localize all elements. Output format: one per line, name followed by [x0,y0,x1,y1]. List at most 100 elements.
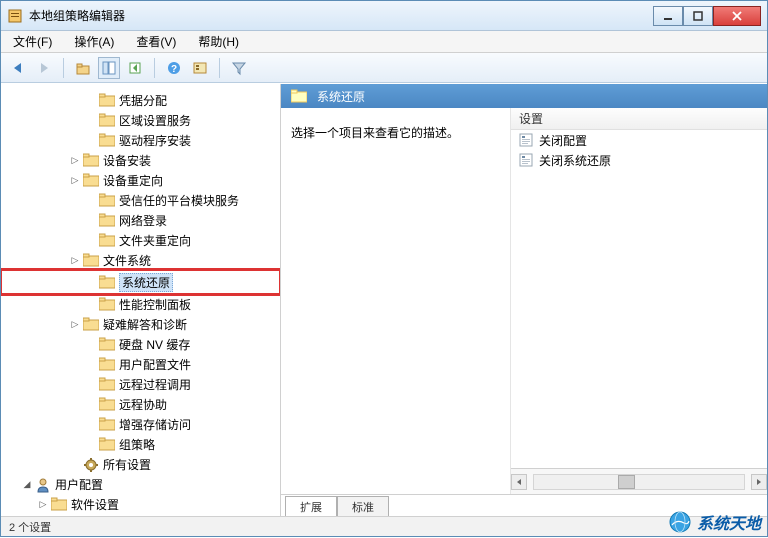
minimize-button[interactable] [653,6,683,26]
scroll-right-button[interactable] [751,474,767,490]
setting-item[interactable]: 关闭系统还原 [511,150,767,170]
tree-item-label: 设备重定向 [103,172,163,189]
toolbar: ? [1,53,767,83]
tree-item[interactable]: ◢用户配置 [1,474,280,494]
up-button[interactable] [72,57,94,79]
tree-pane[interactable]: ▷凭据分配▷区域设置服务▷驱动程序安装▷设备安装▷设备重定向▷受信任的平台模块服… [1,84,281,516]
tree-item[interactable]: ▷文件夹重定向 [1,230,280,250]
details-pane: 系统还原 选择一个项目来查看它的描述。 设置 关闭配置关闭系统还原 [281,84,767,516]
tree-item[interactable]: ▷系统还原 [1,270,280,294]
tree-toggle-icon[interactable]: ▷ [37,498,49,510]
folder-icon [99,193,115,207]
tree-item-label: 网络登录 [119,212,167,229]
tree-item-label: 远程过程调用 [119,376,191,393]
tree-toggle-icon[interactable]: ▷ [69,154,81,166]
column-header-label: 设置 [519,110,543,127]
scroll-thumb[interactable] [618,475,635,489]
status-text: 2 个设置 [9,519,51,535]
menu-action[interactable]: 操作(A) [68,31,120,52]
maximize-button[interactable] [683,6,713,26]
folder-icon [83,253,99,267]
toolbar-separator [154,58,155,78]
scroll-left-button[interactable] [511,474,527,490]
scroll-track[interactable] [533,474,745,490]
window-title: 本地组策略编辑器 [29,7,653,24]
tree-item[interactable]: ▷凭据分配 [1,90,280,110]
tree-toggle-icon[interactable]: ▷ [69,174,81,186]
tree-item[interactable]: ▷区域设置服务 [1,110,280,130]
app-icon [7,8,23,24]
tab-standard[interactable]: 标准 [337,496,389,516]
folder-icon [99,113,115,127]
folder-icon [99,417,115,431]
folder-icon [99,337,115,351]
folder-icon [99,275,115,289]
setting-icon [519,133,533,147]
folder-icon [99,437,115,451]
tree-item-label: 远程协助 [119,396,167,413]
tree-item[interactable]: ▷ 文件系统 [1,250,280,270]
menu-view[interactable]: 查看(V) [130,31,182,52]
setting-label: 关闭配置 [539,132,587,149]
watermark: 系统天地 [669,510,761,534]
tab-extended[interactable]: 扩展 [285,496,337,516]
description-panel: 选择一个项目来查看它的描述。 [281,108,511,494]
tree-item-label: 软件设置 [71,496,119,513]
tree-item[interactable]: ▷ 设备安装 [1,150,280,170]
menu-help[interactable]: 帮助(H) [192,31,245,52]
tree-item[interactable]: ▷增强存储访问 [1,414,280,434]
tree-item[interactable]: ▷远程过程调用 [1,374,280,394]
tree-item[interactable]: ▷驱动程序安装 [1,130,280,150]
horizontal-scrollbar[interactable] [511,468,767,494]
tree-item[interactable]: ▷ 软件设置 [1,494,280,514]
filter-button[interactable] [228,57,250,79]
tree-toggle-icon[interactable]: ◢ [21,478,33,490]
folder-icon [83,317,99,331]
tree-item[interactable]: ▷网络登录 [1,210,280,230]
menu-file[interactable]: 文件(F) [7,31,58,52]
app-window: 本地组策略编辑器 文件(F) 操作(A) 查看(V) 帮助(H) ? ▷凭据分配… [0,0,768,537]
tree-item[interactable]: ▷组策略 [1,434,280,454]
folder-icon [291,89,307,103]
tree-item-label: 区域设置服务 [119,112,191,129]
tree-item[interactable]: ▷ 设备重定向 [1,170,280,190]
close-button[interactable] [713,6,761,26]
user-icon [35,477,51,491]
back-button[interactable] [7,57,29,79]
tree-item[interactable]: ▷性能控制面板 [1,294,280,314]
settings-list-panel: 设置 关闭配置关闭系统还原 [511,108,767,494]
tree-item[interactable]: ▷用户配置文件 [1,354,280,374]
tree-item[interactable]: ▷ 疑难解答和诊断 [1,314,280,334]
tree-item-label: 受信任的平台模块服务 [119,192,239,209]
content-area: ▷凭据分配▷区域设置服务▷驱动程序安装▷设备安装▷设备重定向▷受信任的平台模块服… [1,83,767,516]
forward-button[interactable] [33,57,55,79]
globe-icon [669,511,691,533]
details-body: 选择一个项目来查看它的描述。 设置 关闭配置关闭系统还原 [281,108,767,494]
tree-toggle-icon[interactable]: ▷ [69,318,81,330]
column-header-setting[interactable]: 设置 [511,108,767,130]
setting-item[interactable]: 关闭配置 [511,130,767,150]
tree-item[interactable]: ▷受信任的平台模块服务 [1,190,280,210]
tree-item[interactable]: ▷硬盘 NV 缓存 [1,334,280,354]
folder-icon [51,497,67,511]
tree-item-label: 设备安装 [103,152,151,169]
tree-item[interactable]: ▷所有设置 [1,454,280,474]
menubar: 文件(F) 操作(A) 查看(V) 帮助(H) [1,31,767,53]
details-title: 系统还原 [317,88,365,105]
show-tree-button[interactable] [98,57,120,79]
tree-item-label: 文件系统 [103,252,151,269]
folder-icon [99,377,115,391]
export-button[interactable] [124,57,146,79]
folder-icon [99,93,115,107]
properties-button[interactable] [189,57,211,79]
statusbar: 2 个设置 [1,516,767,536]
help-button[interactable]: ? [163,57,185,79]
folder-icon [99,213,115,227]
tree-toggle-icon[interactable]: ▷ [69,254,81,266]
toolbar-separator [219,58,220,78]
settings-list: 关闭配置关闭系统还原 [511,130,767,170]
tree-item[interactable]: ▷远程协助 [1,394,280,414]
tree-item-label: 疑难解答和诊断 [103,316,187,333]
folder-icon [99,133,115,147]
tree-item-label: 增强存储访问 [119,416,191,433]
